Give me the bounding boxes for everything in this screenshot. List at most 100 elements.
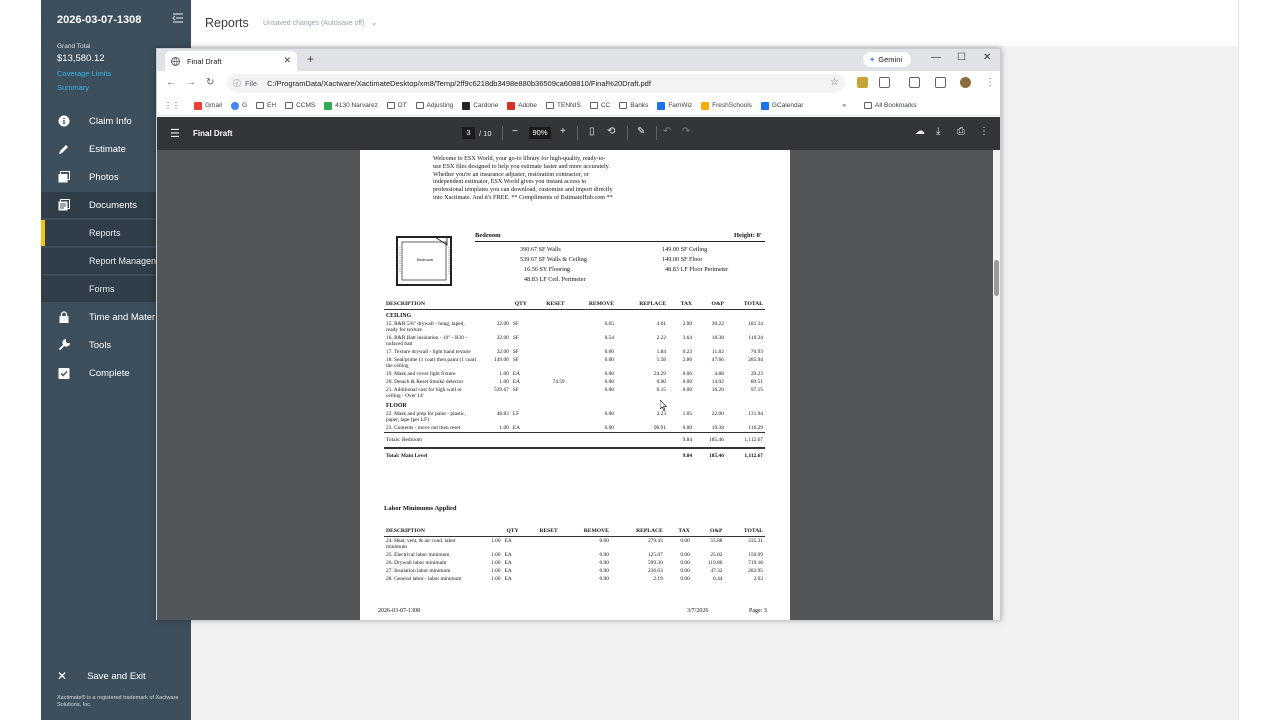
minimize-icon[interactable]: — <box>931 52 941 63</box>
window-close-icon[interactable]: ✕ <box>983 52 991 63</box>
redo-icon[interactable]: ↷ <box>682 126 690 137</box>
bookmark-4130-narvarez[interactable]: 4130 Narvarez <box>324 101 378 110</box>
gmail-icon <box>194 101 202 110</box>
measurement: 149.00 SF Floor <box>662 256 703 263</box>
tab-strip: Final Draft ✕ + ✦ Gemini — ☐ ✕ <box>157 49 1000 71</box>
bookmark-adjusting[interactable]: Adjusting <box>415 102 453 109</box>
line-unit: EA <box>504 567 512 574</box>
totals-label: Totals: Bedroom <box>384 431 668 448</box>
documents-icon <box>57 198 71 212</box>
pdf-menu-icon[interactable]: ☰ <box>170 127 180 140</box>
line-replace: 236.63 <box>647 567 663 574</box>
rotate-icon[interactable]: ⟲ <box>607 126 615 137</box>
save-and-exit-button[interactable]: ✕ Save and Exit <box>57 669 146 683</box>
collapse-sidebar-icon[interactable] <box>172 13 184 26</box>
zoom-in-icon[interactable]: + <box>560 126 566 137</box>
trademark-text: Xactimate® is a registered trademark of … <box>57 695 179 708</box>
pdf-viewport[interactable]: Welcome to ESX World, your go-to library… <box>157 150 1000 620</box>
site-info-icon[interactable]: ⓘ <box>233 78 241 89</box>
scrollbar-thumb[interactable] <box>994 260 999 296</box>
nav-label: Documents <box>89 199 138 211</box>
nav-label: Complete <box>89 367 130 379</box>
print-icon[interactable]: ⎙ <box>957 126 965 137</box>
line-qty: 1.00 <box>499 378 509 385</box>
table-row: 15. R&R 5/8" drywall - hung, taped, read… <box>384 320 765 334</box>
table-row: 26. Drywall labor minimum 1.00 EA 0.00 599.3… <box>384 559 765 567</box>
download-icon[interactable]: ⤓ <box>936 126 940 137</box>
bookmark-eh[interactable]: EH <box>256 102 276 109</box>
nav-label: Claim Info <box>89 115 132 127</box>
bookmark-star-icon[interactable]: ☆ <box>830 77 839 88</box>
totals-row: Total: Main Level 9.84 185.46 1,112.67 <box>384 446 765 463</box>
divider <box>577 126 578 140</box>
back-icon[interactable]: ← <box>166 77 176 88</box>
footer-date: 3/7/2026 <box>687 608 709 614</box>
tab-close-icon[interactable]: ✕ <box>283 55 291 66</box>
line-replace: 2.19 <box>653 575 663 582</box>
screen: 2026-03-07-1308 Grand Total $13,580.12 C… <box>0 0 1280 720</box>
pdf-scrollbar[interactable] <box>993 150 1000 620</box>
save-exit-label: Save and Exit <box>87 670 146 682</box>
bookmark-tennis[interactable]: TENNIS <box>546 102 581 109</box>
pdf-more-icon[interactable]: ⋮ <box>979 126 989 137</box>
more-menu-icon[interactable]: ⋮ <box>985 77 995 88</box>
bookmarks-overflow-icon[interactable]: » <box>842 102 846 109</box>
left-margin <box>0 0 41 720</box>
gemini-button[interactable]: ✦ Gemini <box>863 52 911 67</box>
line-description: 23. Contents - move out then reset <box>386 424 461 431</box>
calendar-icon <box>760 101 769 110</box>
bookmark-cc[interactable]: CC <box>589 102 610 109</box>
all-bookmarks[interactable]: All Bookmarks <box>863 102 917 109</box>
extensions-puzzle-icon[interactable] <box>879 77 890 88</box>
bookmark-famwiz[interactable]: FamWiz <box>657 101 692 110</box>
forward-icon[interactable]: → <box>186 77 196 88</box>
bookmark-gmail[interactable]: Gmail <box>194 101 222 110</box>
zoom-input[interactable]: 90% <box>529 127 551 139</box>
group-label: CEILING <box>386 312 412 319</box>
line-tax: 1.05 <box>682 410 693 417</box>
profile-avatar[interactable] <box>960 77 971 88</box>
page-number-input[interactable]: 3 <box>462 127 475 139</box>
annotate-icon[interactable]: ✎ <box>637 126 645 137</box>
bookmark-freshschools[interactable]: FreshSchools <box>701 101 752 110</box>
chevron-down-icon[interactable]: ⌄ <box>371 18 378 27</box>
site-icon <box>657 101 666 110</box>
bookmarks-bar: ⋮⋮ Gmail G EH CCMS 4130 Narvarez DT Adju… <box>157 96 1000 116</box>
totals-label: Total: Main Level <box>384 446 668 463</box>
gemini-label: Gemini <box>878 55 903 64</box>
fit-page-icon[interactable]: ▯ <box>589 126 595 137</box>
line-qty: 1.00 <box>491 559 501 566</box>
bookmark-banks[interactable]: Banks <box>619 102 648 109</box>
tab-search-icon[interactable] <box>935 77 946 88</box>
address-bar[interactable]: ⓘ File C:/ProgramData/Xactware/Xactimate… <box>227 74 845 93</box>
zoom-out-icon[interactable]: − <box>512 126 518 137</box>
extension-icon[interactable] <box>857 77 868 88</box>
line-remove: 0.00 <box>604 348 614 355</box>
bookmark-g[interactable]: G <box>230 101 247 110</box>
bookmark-adobe[interactable]: Adobe <box>507 101 537 110</box>
bookmark-ccms[interactable]: CCMS <box>285 102 315 109</box>
apps-grid-icon[interactable]: ⋮⋮ <box>164 101 180 110</box>
new-tab-icon[interactable]: + <box>307 52 314 66</box>
column-header: O&P <box>694 299 726 310</box>
cast-icon[interactable] <box>909 77 920 88</box>
line-description: 28. General labor - labor minimum <box>386 575 462 582</box>
bookmark-cardone[interactable]: Cardone <box>462 101 498 110</box>
line-replace: 279.43 <box>647 537 663 544</box>
bookmark-gcalendar[interactable]: GCalendar <box>760 101 803 110</box>
line-description: 26. Drywall labor minimum <box>386 559 447 566</box>
line-remove: 0.00 <box>604 378 614 385</box>
bookmark-dt[interactable]: DT <box>386 102 407 109</box>
measurement: 539.67 SF Walls & Ceiling <box>520 256 587 263</box>
line-total: 181.34 <box>748 320 763 327</box>
summary-link[interactable]: Summary <box>57 83 89 92</box>
column-header: DESCRIPTION <box>384 526 479 537</box>
undo-icon[interactable]: ↶ <box>663 126 671 137</box>
unsaved-status[interactable]: Unsaved changes (Autosave off) <box>263 20 364 27</box>
save-to-drive-icon[interactable]: ☁ <box>915 126 925 137</box>
maximize-icon[interactable]: ☐ <box>957 52 966 63</box>
browser-tab-final-draft[interactable]: Final Draft ✕ <box>165 51 297 71</box>
coverage-limits-link[interactable]: Coverage Limits <box>57 69 111 78</box>
reload-icon[interactable]: ↻ <box>206 77 214 88</box>
line-qty: 1.00 <box>491 575 501 582</box>
